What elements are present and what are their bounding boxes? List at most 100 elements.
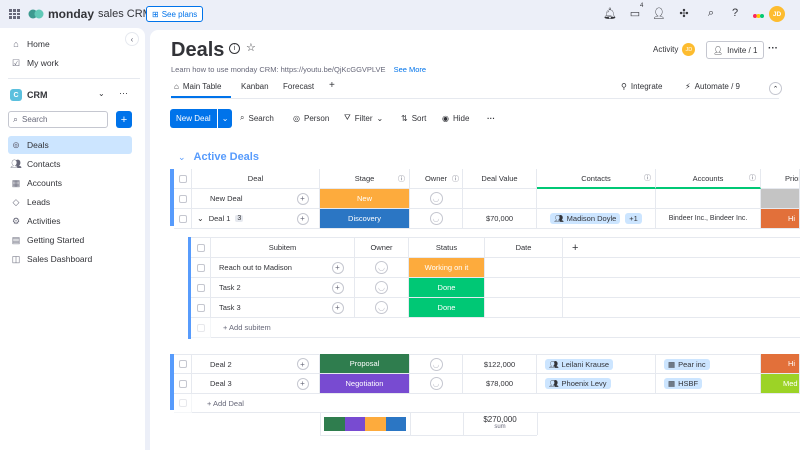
stage-status-cell[interactable]: New [320,189,410,209]
column-header-deal[interactable]: Deal [192,169,320,189]
deal-name-cell[interactable]: Deal 3 [192,374,286,394]
sidebar-item-accounts[interactable]: ▦ Accounts [8,174,133,192]
subitem-date-cell[interactable] [485,258,563,278]
subitem-select-all-cell[interactable] [191,238,211,258]
sidebar-search[interactable]: ⌕ Search [8,111,108,128]
column-info-icon[interactable]: ⓘ [749,173,756,183]
subitem-add-update-cell[interactable]: + [321,278,355,298]
see-more-link[interactable]: See More [394,65,427,74]
group-header[interactable]: ⌄ Active Deals [178,151,259,163]
owner-cell[interactable]: ◡ [410,374,463,394]
sidebar-item-activities[interactable]: ⚙︎ Activities [8,212,133,230]
subitem-owner-cell[interactable]: ◡ [355,258,409,278]
subitem-name-cell[interactable]: Task 2 [211,278,321,298]
contacts-cell[interactable]: 👥︎ Madison Doyle +1 [537,209,656,229]
monday-apps-icon[interactable] [752,8,764,20]
tab-main-table[interactable]: ⌂ Main Table [174,82,221,91]
subitem-column-header-date[interactable]: Date [485,238,563,258]
column-info-icon[interactable]: ⓘ [398,174,405,184]
subitem-status-cell[interactable]: Done [409,298,485,318]
add-update-icon[interactable]: + [331,281,344,294]
notifications-bell-icon[interactable]: 🔔︎ [603,6,617,20]
deal-name-cell[interactable]: ⌄ Deal 1 3 [192,209,286,229]
add-update-icon[interactable]: + [296,212,309,225]
add-update-icon[interactable]: + [296,358,309,370]
add-update-cell[interactable]: + [286,374,320,394]
contacts-cell[interactable]: 👥︎ Phoenix Levy [537,374,656,394]
deal-name-cell[interactable]: New Deal [192,189,286,209]
subitem-checkbox-cell[interactable] [191,298,211,318]
new-deal-chevron-down-icon[interactable]: ⌄ [216,109,233,128]
see-plans-button[interactable]: ⊞ See plans [146,6,204,22]
expand-subitems-chevron-down-icon[interactable]: ⌄ [197,214,204,223]
priority-cell[interactable]: Med [761,374,800,394]
more-contacts-badge[interactable]: +1 [625,213,642,224]
search-icon[interactable]: ⌕ [704,6,718,20]
stage-status-cell[interactable]: Proposal [320,354,410,374]
accounts-cell[interactable]: Bindeer Inc., Bindeer Inc. [656,209,761,229]
deal-value-cell[interactable] [463,189,537,209]
subitem-checkbox-cell[interactable] [191,258,211,278]
deal-name-cell[interactable]: Deal 2 [192,354,286,374]
column-info-icon[interactable]: ⓘ [644,173,651,183]
sort-button[interactable]: ⇅ Sort [401,110,426,126]
hide-button[interactable]: ◉ Hide [442,110,469,126]
subitem-status-cell[interactable]: Done [409,278,485,298]
subitem-select-all-checkbox[interactable] [196,243,205,252]
row-checkbox-cell[interactable] [174,354,192,374]
subitem-status-cell[interactable]: Working on it [409,258,485,278]
add-deal-button[interactable]: + Add Deal [192,394,800,413]
priority-cell[interactable]: Hi [761,354,800,374]
accounts-cell[interactable]: ▦ Pear inc [656,354,761,374]
invite-button[interactable]: 👤︎ Invite / 1 [706,41,765,59]
add-update-icon[interactable]: + [331,301,344,314]
column-header-owner[interactable]: Owner ⓘ [410,169,463,189]
row-checkbox-cell[interactable] [174,209,192,229]
contacts-cell[interactable] [537,189,656,209]
add-update-cell[interactable]: + [286,189,320,209]
contacts-cell[interactable]: 👥︎ Leilani Krause [537,354,656,374]
deal-value-cell[interactable]: $122,000 [463,354,537,374]
subitems-count-badge[interactable]: 3 [235,215,244,222]
add-subitem-column-button[interactable]: + [563,238,800,258]
group-chevron-down-icon[interactable]: ⌄ [178,152,186,163]
column-header-priority[interactable]: Prior [761,169,800,189]
account-chip[interactable]: ▦ HSBF [664,378,703,389]
subitem-name-cell[interactable]: Reach out to Madison [211,258,321,278]
add-update-icon[interactable]: + [296,377,309,390]
column-header-deal-value[interactable]: Deal Value [463,169,537,189]
tab-forecast[interactable]: Forecast [283,82,314,91]
integrations-puzzle-icon[interactable]: ✣ [677,6,691,20]
add-update-icon[interactable]: + [296,192,309,205]
column-header-accounts[interactable]: Accounts ⓘ [656,169,761,189]
user-avatar[interactable]: JD [769,6,785,22]
help-icon[interactable]: ? [728,6,742,20]
sidebar-home[interactable]: ⌂ Home [8,35,133,53]
subitem-add-update-cell[interactable]: + [321,258,355,278]
owner-cell[interactable]: ◡ [410,209,463,229]
person-filter-button[interactable]: ◎ Person [293,110,329,126]
stage-summary-bar[interactable] [324,417,406,431]
invite-members-icon[interactable]: 👤︎ [652,6,666,20]
row-checkbox-cell[interactable] [174,189,192,209]
subitem-owner-cell[interactable]: ◡ [355,278,409,298]
deal-value-cell[interactable]: $78,000 [463,374,537,394]
filter-button[interactable]: ⛛ Filter ⌄ [344,110,383,126]
stage-status-cell[interactable]: Negotiation [320,374,410,394]
board-more-icon[interactable]: ··· [768,43,778,54]
accounts-cell[interactable] [656,189,761,209]
workspace-selector[interactable]: C CRM [10,89,48,101]
activity-button[interactable]: Activity JD [653,43,696,56]
new-deal-button[interactable]: New Deal ⌄ [170,109,233,128]
stage-status-cell[interactable]: Discovery [320,209,410,229]
app-logo[interactable]: monday sales CRM [28,7,152,21]
group-title[interactable]: Active Deals [194,151,259,163]
column-header-stage[interactable]: Stage ⓘ [320,169,410,189]
select-all-checkbox[interactable] [178,174,187,183]
collapse-header-button[interactable]: ⌃ [769,82,782,95]
owner-cell[interactable]: ◡ [410,354,463,374]
sidebar-item-deals[interactable]: ⊚ Deals [8,136,132,154]
select-all-cell[interactable] [174,169,192,189]
subitem-checkbox[interactable] [196,263,205,272]
subitem-checkbox[interactable] [196,303,205,312]
